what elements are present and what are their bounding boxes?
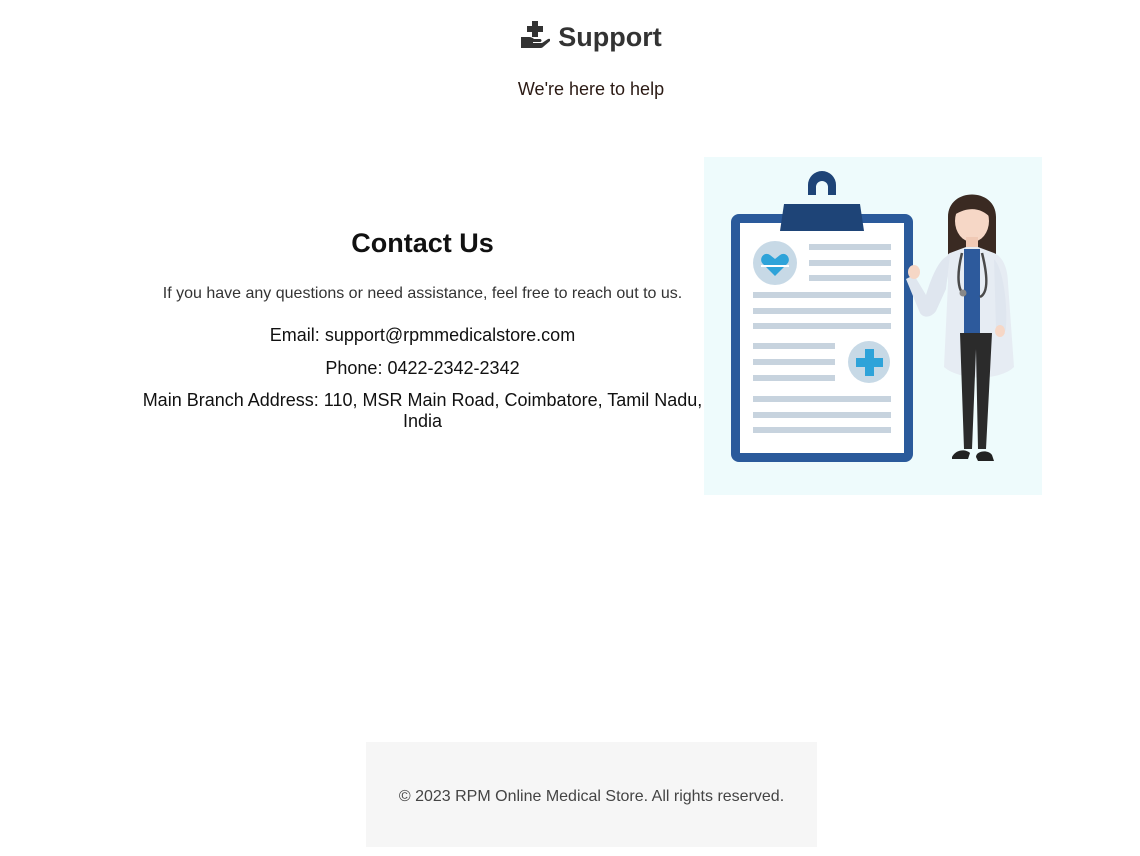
hand-holding-medical-icon bbox=[520, 20, 551, 49]
page-subtitle: We're here to help bbox=[517, 79, 665, 99]
contact-section: Contact Us If you have any questions or … bbox=[140, 228, 705, 432]
page-title: Support bbox=[0, 20, 1140, 53]
doctor-with-clipboard-illustration bbox=[704, 157, 1042, 495]
phone-label: Phone: bbox=[325, 358, 383, 378]
contact-heading: Contact Us bbox=[351, 228, 494, 258]
footer-copyright: © 2023 RPM Online Medical Store. All rig… bbox=[398, 787, 785, 805]
contact-email: Email: support@rpmmedicalstore.com bbox=[140, 325, 705, 346]
contact-address: Main Branch Address: 110, MSR Main Road,… bbox=[140, 390, 705, 432]
address-label: Main Branch Address: bbox=[142, 390, 319, 410]
phone-value: 0422-2342-2342 bbox=[387, 358, 520, 378]
email-label: Email: bbox=[269, 325, 320, 345]
address-value: 110, MSR Main Road, Coimbatore, Tamil Na… bbox=[323, 390, 703, 431]
page-footer: © 2023 RPM Online Medical Store. All rig… bbox=[366, 742, 817, 847]
email-value: support@rpmmedicalstore.com bbox=[324, 325, 576, 345]
contact-phone: Phone: 0422-2342-2342 bbox=[140, 358, 705, 379]
page-title-text: Support bbox=[558, 22, 662, 52]
contact-intro: If you have any questions or need assist… bbox=[162, 285, 683, 302]
